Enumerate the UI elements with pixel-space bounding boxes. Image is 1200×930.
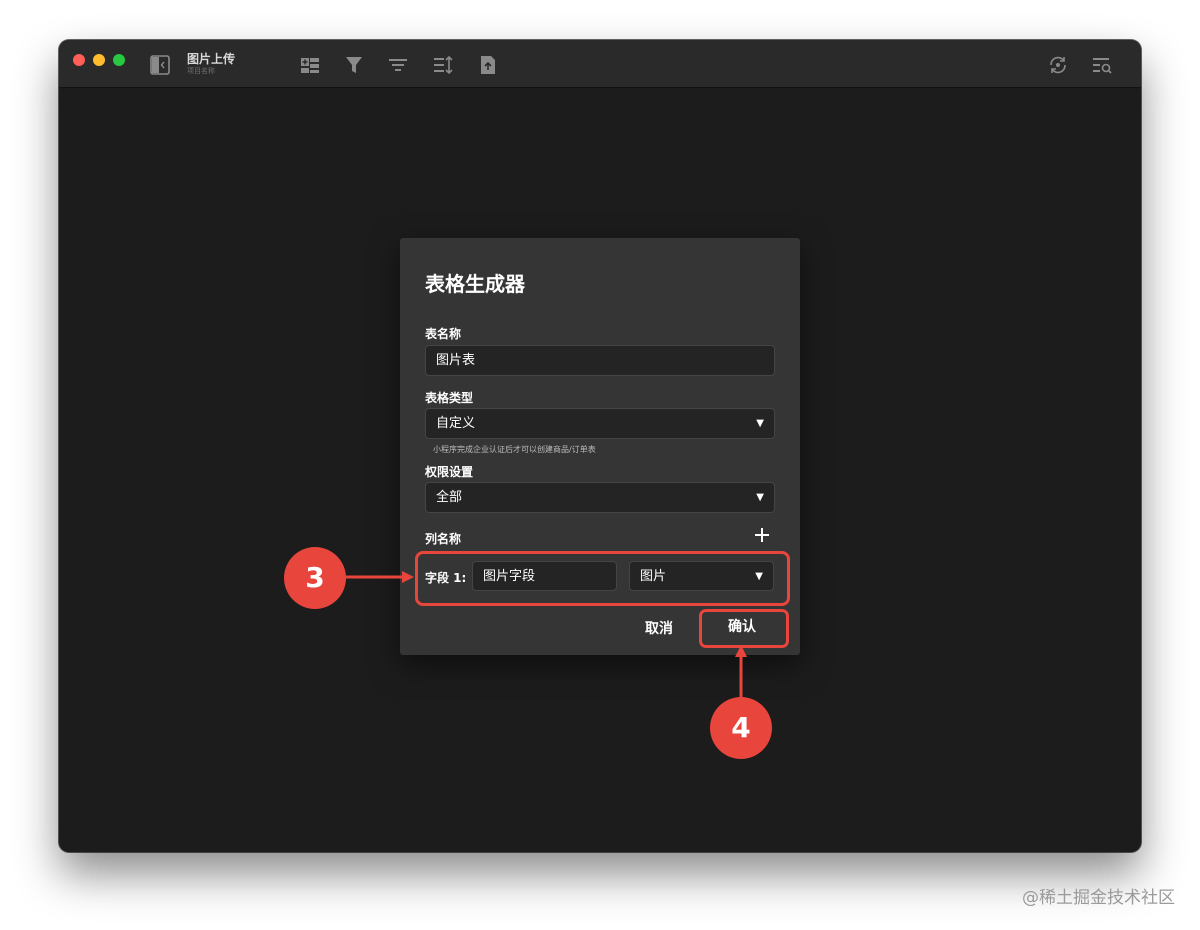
filter-icon[interactable] — [343, 54, 365, 76]
permission-select[interactable]: 全部 ▼ — [425, 482, 775, 513]
permission-label: 权限设置 — [425, 465, 474, 479]
add-column-icon[interactable] — [753, 526, 771, 544]
chevron-down-icon: ▼ — [756, 418, 764, 429]
dialog-title: 表格生成器 — [425, 272, 525, 296]
table-name-value: 图片表 — [436, 353, 476, 368]
table-name-label: 表名称 — [425, 327, 462, 341]
table-type-hint: 小程序完成企业认证后才可以创建商品/订单表 — [433, 445, 596, 454]
step-3-badge: 3 — [284, 547, 346, 609]
table-type-select[interactable]: 自定义 ▼ — [425, 408, 775, 439]
confirm-highlight — [699, 609, 789, 648]
table-type-value: 自定义 — [436, 416, 476, 431]
close-window-button[interactable] — [73, 54, 85, 66]
project-subtitle: 项目名称 — [187, 67, 215, 75]
watermark: @稀土掘金技术社区 — [1022, 888, 1175, 908]
app-title: 图片上传 项目名称 — [187, 52, 235, 76]
group-icon[interactable] — [387, 54, 409, 76]
table-type-label: 表格类型 — [425, 391, 474, 405]
cancel-button[interactable]: 取消 — [645, 618, 673, 638]
sidebar-toggle-icon[interactable] — [149, 54, 171, 76]
step-4-badge: 4 — [710, 697, 772, 759]
search-list-icon[interactable] — [1091, 54, 1113, 76]
sync-icon[interactable] — [1047, 54, 1069, 76]
chevron-down-icon: ▼ — [756, 492, 764, 503]
permission-value: 全部 — [436, 490, 463, 505]
table-name-input[interactable]: 图片表 — [425, 345, 775, 376]
columns-label: 列名称 — [425, 532, 462, 546]
field-row-highlight — [415, 551, 790, 606]
upload-icon[interactable] — [477, 54, 499, 76]
add-record-icon[interactable] — [299, 54, 321, 76]
maximize-window-button[interactable] — [113, 54, 125, 66]
minimize-window-button[interactable] — [93, 54, 105, 66]
sort-icon[interactable] — [432, 54, 454, 76]
project-title: 图片上传 — [187, 52, 236, 66]
titlebar: 图片上传 项目名称 — [59, 40, 1141, 88]
